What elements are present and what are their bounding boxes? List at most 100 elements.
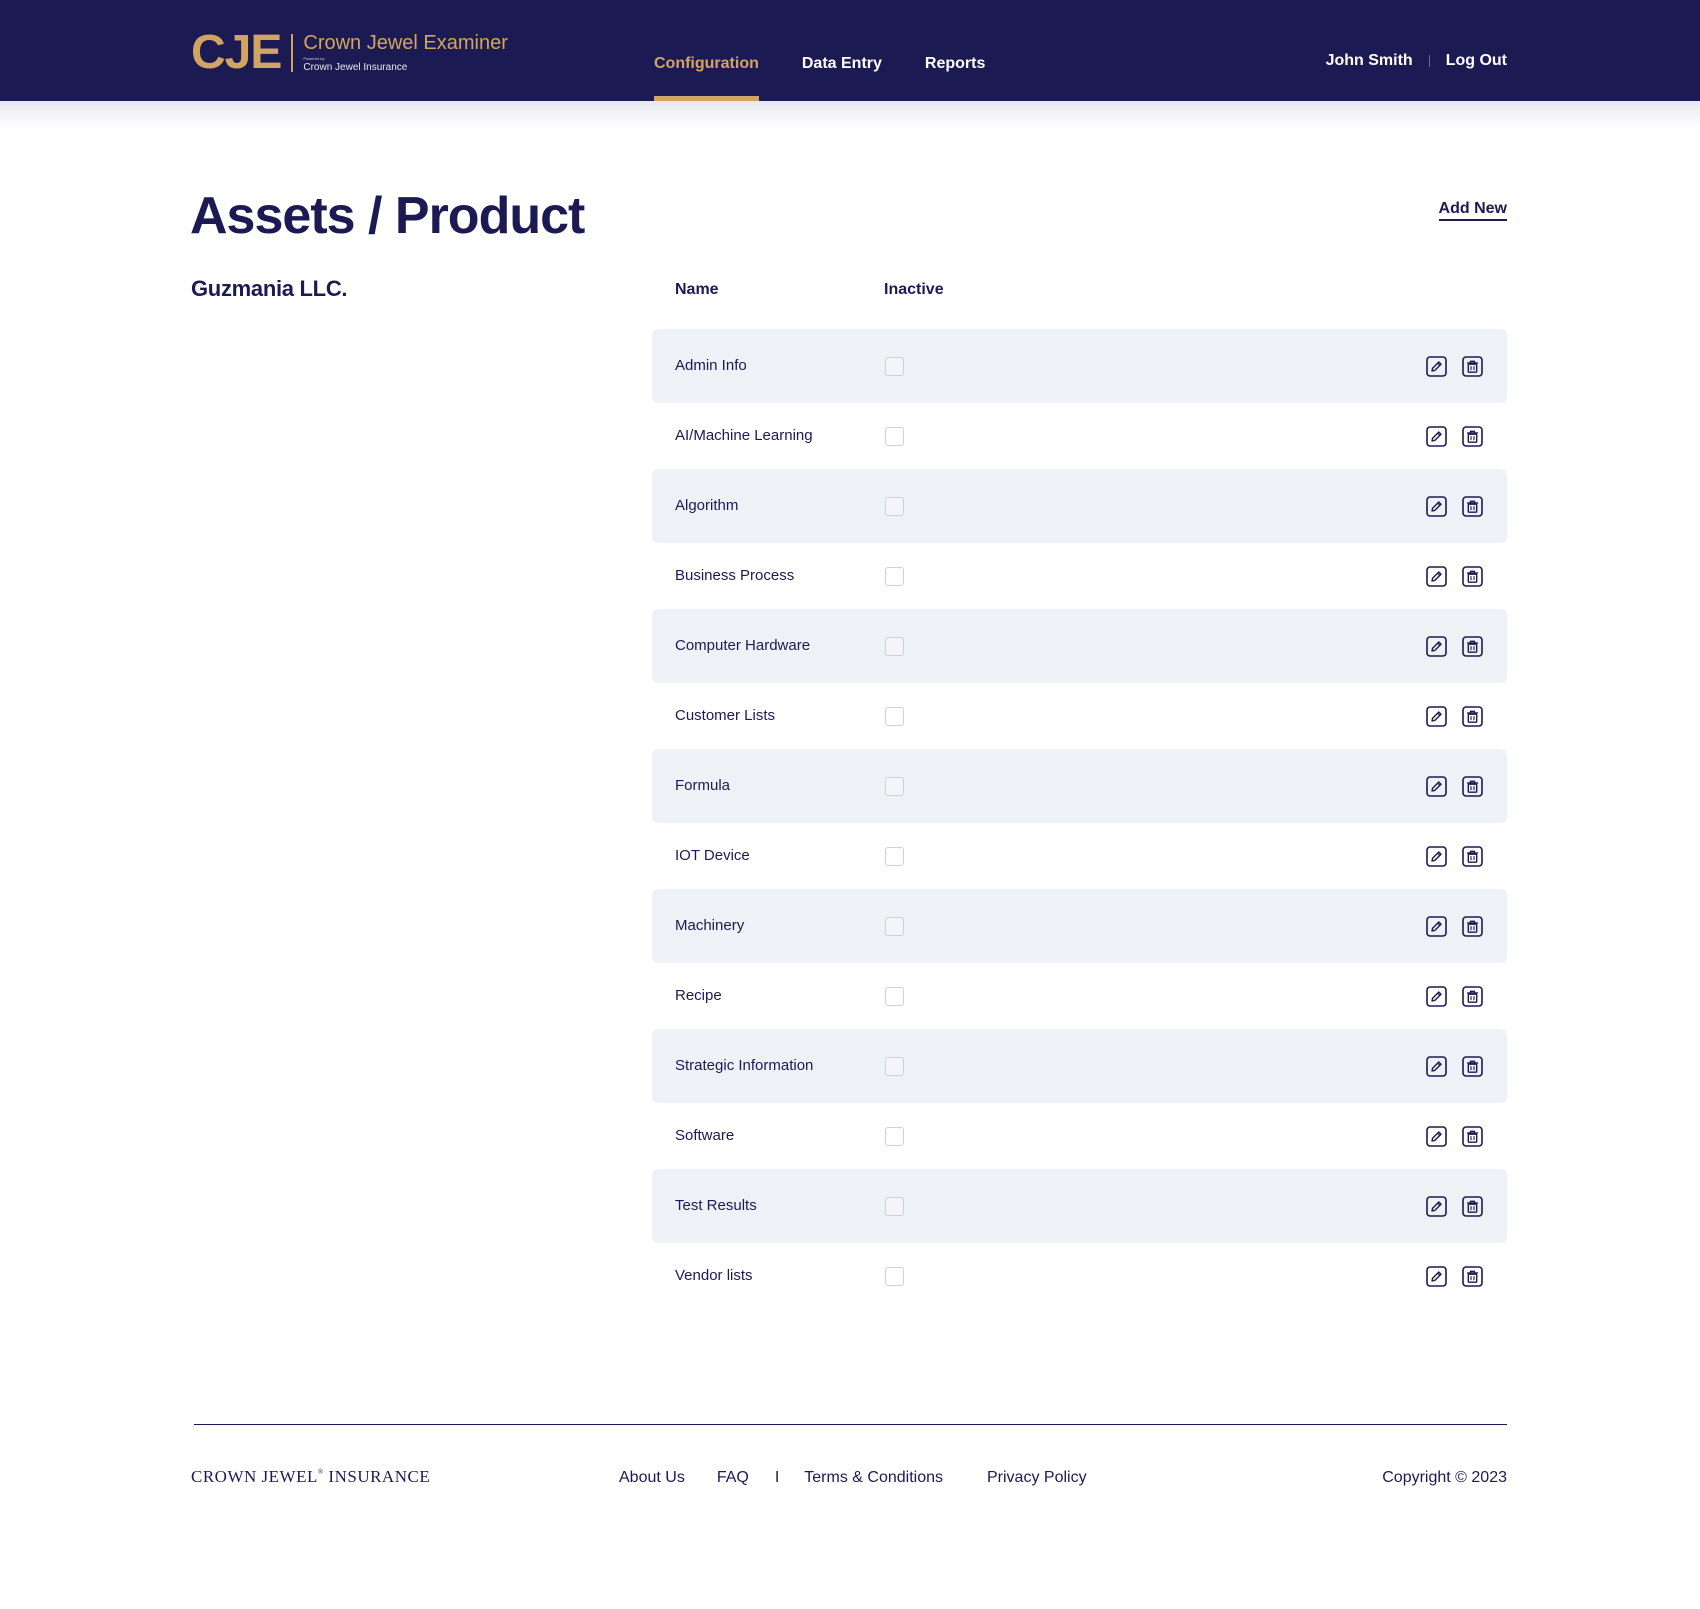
trash-icon[interactable]: [1462, 1196, 1483, 1217]
trash-icon[interactable]: [1462, 1126, 1483, 1147]
main-nav: Configuration Data Entry Reports: [654, 0, 1028, 101]
table-row: Vendor lists: [652, 1239, 1507, 1313]
column-header-name: Name: [675, 281, 719, 298]
app-logo[interactable]: CJE Crown Jewel Examiner Powered by Crow…: [191, 28, 508, 78]
table-row: Computer Hardware: [652, 609, 1507, 683]
table-row: Customer Lists: [652, 679, 1507, 753]
row-name: Test Results: [675, 1197, 757, 1214]
edit-icon[interactable]: [1426, 776, 1447, 797]
row-name: Admin Info: [675, 357, 747, 374]
logo-subtitle: Crown Jewel Insurance: [303, 62, 408, 73]
copyright-text: Copyright © 2023: [1382, 1469, 1507, 1486]
trash-icon[interactable]: [1462, 916, 1483, 937]
table-row: IOT Device: [652, 819, 1507, 893]
user-separator: [1428, 55, 1430, 67]
company-name: Guzmania LLC.: [191, 276, 348, 301]
inactive-checkbox[interactable]: [885, 427, 904, 446]
trash-icon[interactable]: [1462, 1056, 1483, 1077]
trash-icon[interactable]: [1462, 496, 1483, 517]
table-row: Algorithm: [652, 469, 1507, 543]
inactive-checkbox[interactable]: [885, 1267, 904, 1286]
row-name: Algorithm: [675, 497, 739, 514]
top-nav-bar: CJE Crown Jewel Examiner Powered by Crow…: [0, 0, 1700, 101]
footer-brand-suffix: INSURANCE: [323, 1467, 431, 1486]
assets-table: Name Inactive Admin Info AI/Machine Learn…: [652, 281, 1507, 1287]
trash-icon[interactable]: [1462, 636, 1483, 657]
table-row: AI/Machine Learning: [652, 399, 1507, 473]
trash-icon[interactable]: [1462, 566, 1483, 587]
edit-icon[interactable]: [1426, 356, 1447, 377]
table-row: Strategic Information: [652, 1029, 1507, 1103]
edit-icon[interactable]: [1426, 1196, 1447, 1217]
table-row: Machinery: [652, 889, 1507, 963]
inactive-checkbox[interactable]: [885, 1197, 904, 1216]
edit-icon[interactable]: [1426, 636, 1447, 657]
trash-icon[interactable]: [1462, 776, 1483, 797]
footer-link-privacy[interactable]: Privacy Policy: [987, 1469, 1087, 1487]
footer-brand-logo[interactable]: CROWN JEWEL® INSURANCE: [191, 1467, 430, 1487]
edit-icon[interactable]: [1426, 566, 1447, 587]
row-name: Software: [675, 1127, 735, 1144]
edit-icon[interactable]: [1426, 496, 1447, 517]
row-name: Machinery: [675, 917, 745, 934]
logo-mark: CJE: [191, 26, 282, 79]
footer-separator: I: [774, 1469, 780, 1486]
footer-link-about[interactable]: About Us: [619, 1469, 685, 1487]
inactive-checkbox[interactable]: [885, 567, 904, 586]
edit-icon[interactable]: [1426, 426, 1447, 447]
edit-icon[interactable]: [1426, 1126, 1447, 1147]
row-name: Recipe: [675, 987, 722, 1004]
inactive-checkbox[interactable]: [885, 917, 904, 936]
edit-icon[interactable]: [1426, 916, 1447, 937]
inactive-checkbox[interactable]: [885, 847, 904, 866]
inactive-checkbox[interactable]: [885, 987, 904, 1006]
nav-configuration[interactable]: Configuration: [654, 0, 759, 101]
inactive-checkbox[interactable]: [885, 707, 904, 726]
logout-link[interactable]: Log Out: [1446, 52, 1507, 70]
trash-icon[interactable]: [1462, 846, 1483, 867]
logo-title: Crown Jewel Examiner: [303, 32, 508, 54]
inactive-checkbox[interactable]: [885, 777, 904, 796]
trash-icon[interactable]: [1462, 426, 1483, 447]
inactive-checkbox[interactable]: [885, 1057, 904, 1076]
row-name: Strategic Information: [675, 1057, 814, 1074]
logo-divider: [291, 34, 294, 72]
row-name: Computer Hardware: [675, 637, 811, 654]
user-name-link[interactable]: John Smith: [1326, 52, 1413, 70]
inactive-checkbox[interactable]: [885, 637, 904, 656]
nav-reports[interactable]: Reports: [925, 0, 985, 101]
row-name: Customer Lists: [675, 707, 776, 724]
trash-icon[interactable]: [1462, 356, 1483, 377]
inactive-checkbox[interactable]: [885, 1127, 904, 1146]
edit-icon[interactable]: [1426, 1266, 1447, 1287]
page-title: Assets / Product: [190, 187, 585, 245]
table-row: Formula: [652, 749, 1507, 823]
footer-brand-text: CROWN JEWEL: [191, 1467, 318, 1486]
add-new-link[interactable]: Add New: [1438, 200, 1507, 221]
logo-text: Crown Jewel Examiner Powered by Crown Je…: [303, 32, 508, 74]
edit-icon[interactable]: [1426, 1056, 1447, 1077]
table-row: Admin Info: [652, 329, 1507, 403]
row-name: AI/Machine Learning: [675, 427, 813, 444]
inactive-checkbox[interactable]: [885, 497, 904, 516]
trash-icon[interactable]: [1462, 1266, 1483, 1287]
inactive-checkbox[interactable]: [885, 357, 904, 376]
table-row: Software: [652, 1099, 1507, 1173]
trash-icon[interactable]: [1462, 706, 1483, 727]
table-row: Business Process: [652, 539, 1507, 613]
nav-data-entry[interactable]: Data Entry: [802, 0, 882, 101]
edit-icon[interactable]: [1426, 986, 1447, 1007]
table-row: Test Results: [652, 1169, 1507, 1243]
edit-icon[interactable]: [1426, 706, 1447, 727]
footer-links: About Us FAQ I Terms & Conditions Privac…: [619, 1469, 1087, 1487]
row-name: IOT Device: [675, 847, 750, 864]
row-name: Vendor lists: [675, 1267, 753, 1284]
header-shadow: [0, 101, 1700, 129]
column-header-inactive: Inactive: [884, 281, 944, 298]
user-area: John Smith Log Out: [1326, 52, 1507, 70]
footer-link-terms[interactable]: Terms & Conditions: [804, 1469, 943, 1487]
table-header: Name Inactive: [652, 281, 1507, 310]
trash-icon[interactable]: [1462, 986, 1483, 1007]
edit-icon[interactable]: [1426, 846, 1447, 867]
footer-link-faq[interactable]: FAQ: [717, 1469, 749, 1487]
